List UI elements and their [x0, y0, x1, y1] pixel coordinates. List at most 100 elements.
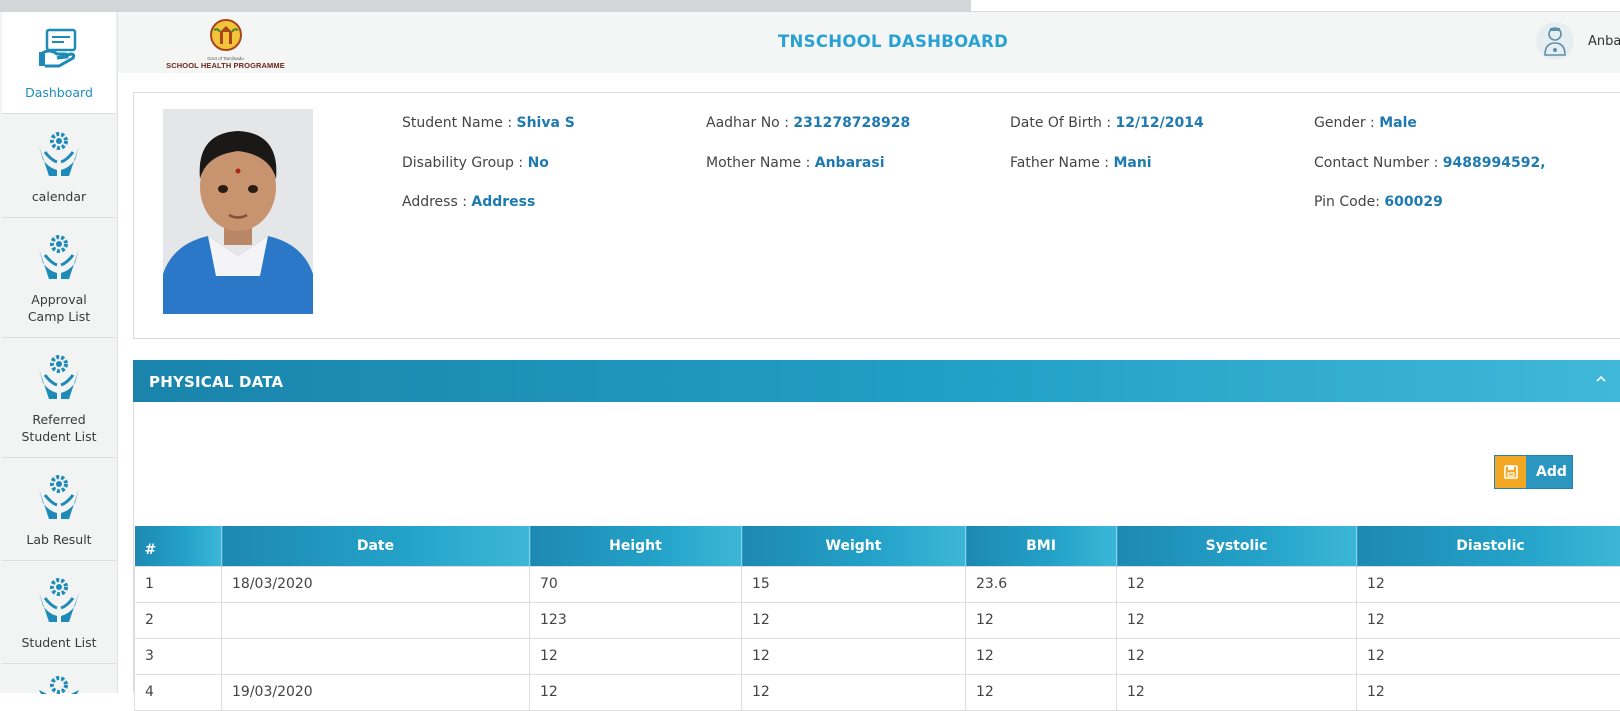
gender-value: Male [1379, 115, 1417, 131]
column-header-weight[interactable]: Weight [742, 526, 966, 566]
add-button[interactable]: Add [1494, 455, 1573, 489]
app-title: TNSCHOOL DASHBOARD [778, 32, 1008, 51]
sidebar-item-label: Lab Result [2, 531, 116, 548]
table-row: 4 19/03/2020 12 12 12 12 12 [135, 674, 1620, 710]
sidebar-item-more[interactable] [2, 664, 116, 693]
sidebar-item-label: Referred Student List [2, 411, 116, 445]
cell-weight: 12 [742, 674, 966, 710]
column-header-systolic[interactable]: Systolic [1117, 526, 1357, 566]
sidebar-item-lab-result[interactable]: Lab Result [2, 458, 116, 561]
doctor-avatar-icon [1536, 22, 1574, 60]
sidebar-item-calendar[interactable]: calendar [2, 114, 116, 218]
physical-data-panel-header[interactable]: PHYSICAL DATA [133, 360, 1620, 402]
chevron-up-glyph [1595, 375, 1607, 383]
student-name-label: Student Name : [402, 115, 516, 131]
sidebar-item-label: Dashboard [2, 84, 116, 101]
contact-label: Contact Number : [1314, 155, 1443, 171]
sidebar-item-dashboard[interactable]: Dashboard [2, 12, 116, 114]
column-header-bmi[interactable]: BMI [966, 526, 1117, 566]
hands-gear-icon [35, 576, 83, 622]
mother-name-label: Mother Name : [706, 155, 815, 171]
address-label: Address : [402, 194, 471, 210]
student-profile-card: Student Name : Shiva S Aadhar No : 23127… [133, 92, 1620, 339]
user-name[interactable]: Anba [1588, 34, 1620, 49]
disability-field: Disability Group : No [402, 155, 549, 171]
logo-caption: SCHOOL HEALTH PROGRAMME [158, 61, 293, 70]
cell-date: 19/03/2020 [222, 674, 530, 710]
chevron-up-icon[interactable] [1590, 368, 1612, 390]
address-field: Address : Address [402, 194, 535, 210]
cell-systolic: 12 [1117, 674, 1357, 710]
column-header-height[interactable]: Height [530, 526, 742, 566]
cell-bmi: 12 [966, 638, 1117, 674]
cell-index: 1 [135, 566, 222, 602]
hands-gear-icon [35, 233, 83, 279]
avatar[interactable] [1536, 22, 1574, 60]
top-header: Govt of Tamilnadu SCHOOL HEALTH PROGRAMM… [118, 12, 1620, 73]
hands-gear-icon [35, 473, 83, 519]
cell-systolic: 12 [1117, 602, 1357, 638]
sidebar-item-referred-student-list[interactable]: Referred Student List [2, 338, 116, 458]
panel-title: PHYSICAL DATA [149, 373, 283, 391]
table-row: 1 18/03/2020 70 15 23.6 12 12 [135, 566, 1620, 602]
physical-data-table: # Date Height Weight BMI Systolic Diasto… [134, 526, 1620, 711]
cell-index: 3 [135, 638, 222, 674]
cell-date [222, 602, 530, 638]
cell-systolic: 12 [1117, 566, 1357, 602]
cell-bmi: 12 [966, 674, 1117, 710]
cell-diastolic: 12 [1357, 638, 1620, 674]
add-button-label: Add [1536, 464, 1567, 480]
mother-name-value: Anbarasi [815, 155, 885, 171]
pin-code-field: Pin Code: 600029 [1314, 194, 1443, 210]
address-value: Address [471, 194, 535, 210]
mother-name-field: Mother Name : Anbarasi [706, 155, 885, 171]
cell-bmi: 12 [966, 602, 1117, 638]
table-row: 3 12 12 12 12 12 [135, 638, 1620, 674]
dob-field: Date Of Birth : 12/12/2014 [1010, 115, 1204, 131]
contact-value: 9488994592, [1443, 155, 1546, 171]
cell-index: 4 [135, 674, 222, 710]
hands-gear-icon [35, 130, 83, 176]
sidebar-item-approval-camp-list[interactable]: Approval Camp List [2, 218, 116, 338]
sidebar-item-student-list[interactable]: Student List [2, 561, 116, 664]
student-photo-image [163, 109, 313, 314]
sidebar: Dashboard calendar Approval Camp List [0, 12, 118, 693]
student-name-value: Shiva S [516, 115, 574, 131]
cell-height: 70 [530, 566, 742, 602]
cell-bmi: 23.6 [966, 566, 1117, 602]
cell-weight: 15 [742, 566, 966, 602]
column-header-diastolic[interactable]: Diastolic [1357, 526, 1620, 566]
aadhar-field: Aadhar No : 231278728928 [706, 115, 910, 131]
table-header-row: # Date Height Weight BMI Systolic Diasto… [135, 526, 1620, 566]
sidebar-item-label: Student List [2, 634, 116, 651]
disability-label: Disability Group : [402, 155, 528, 171]
gender-field: Gender : Male [1314, 115, 1417, 131]
hand-certificate-icon [37, 26, 81, 70]
dob-value: 12/12/2014 [1116, 115, 1204, 131]
cell-weight: 12 [742, 638, 966, 674]
father-name-value: Mani [1113, 155, 1151, 171]
browser-strip [0, 0, 971, 12]
cell-height: 12 [530, 638, 742, 674]
aadhar-value: 231278728928 [793, 115, 910, 131]
pin-code-value: 600029 [1384, 194, 1442, 210]
cell-date [222, 638, 530, 674]
disability-value: No [528, 155, 549, 171]
cell-height: 12 [530, 674, 742, 710]
table-row: 2 123 12 12 12 12 [135, 602, 1620, 638]
student-photo [163, 109, 313, 314]
save-icon [1495, 456, 1526, 488]
cell-systolic: 12 [1117, 638, 1357, 674]
father-name-label: Father Name : [1010, 155, 1113, 171]
hands-gear-icon [35, 674, 83, 694]
contact-field: Contact Number : 9488994592, [1314, 155, 1546, 171]
column-header-index[interactable]: # [135, 526, 222, 566]
dob-label: Date Of Birth : [1010, 115, 1116, 131]
emblem-icon [209, 18, 243, 52]
pin-code-label: Pin Code: [1314, 194, 1384, 210]
sidebar-item-label: Approval Camp List [2, 291, 116, 325]
column-header-date[interactable]: Date [222, 526, 530, 566]
sidebar-item-label: calendar [2, 188, 116, 205]
tn-government-logo: Govt of Tamilnadu SCHOOL HEALTH PROGRAMM… [158, 18, 293, 70]
cell-height: 123 [530, 602, 742, 638]
